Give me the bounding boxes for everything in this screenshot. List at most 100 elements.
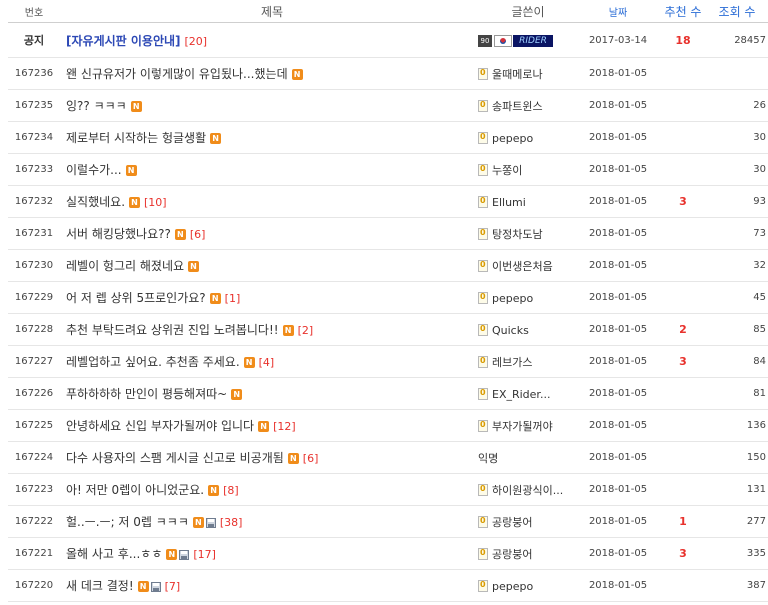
post-title-link[interactable]: 푸하하하하 만인이 평등해져따~: [66, 387, 227, 401]
post-title-link[interactable]: 레벨이 헝그리 해졌네요: [66, 259, 184, 273]
level-icon: [478, 163, 488, 176]
notice-title-link[interactable]: [자유게시판 이용안내]: [66, 34, 181, 48]
post-author[interactable]: 익명: [478, 441, 578, 474]
post-recommend: [658, 217, 708, 250]
notice-title-cell: [자유게시판 이용안내] [20]: [60, 22, 478, 58]
post-author[interactable]: Quicks: [478, 313, 578, 346]
post-title-cell: 올해 사고 후...ㅎㅎ N [17]: [60, 537, 478, 570]
post-row: 167230 레벨이 헝그리 해졌네요 N 이번생은처음 2018-01-05 32: [8, 249, 768, 282]
post-views: 81: [708, 377, 768, 410]
post-author[interactable]: 공랑붕어: [478, 537, 578, 570]
notice-views: 28457: [708, 22, 768, 58]
comment-count[interactable]: [38]: [220, 516, 243, 529]
post-views: 85: [708, 313, 768, 346]
post-title-link[interactable]: 실직했네요.: [66, 195, 125, 209]
level-icon: [478, 292, 488, 304]
post-views: 131: [708, 473, 768, 506]
level-icon: [478, 547, 488, 560]
level-icon: [478, 515, 488, 528]
new-post-icon: N: [166, 549, 178, 560]
post-author[interactable]: 하이원광식이...: [478, 473, 578, 506]
comment-count[interactable]: [2]: [298, 324, 314, 337]
post-date: 2018-01-05: [578, 313, 658, 346]
post-date: 2018-01-05: [578, 249, 658, 282]
post-recommend: [658, 121, 708, 154]
post-author[interactable]: pepepo: [478, 281, 578, 314]
post-date: 2018-01-05: [578, 57, 658, 90]
post-title-link[interactable]: 레벨업하고 싶어요. 추천좀 주세요.: [66, 355, 240, 369]
post-views: 93: [708, 185, 768, 218]
comment-count[interactable]: [17]: [193, 548, 216, 561]
post-date: 2018-01-05: [578, 377, 658, 410]
post-title-link[interactable]: 이럴수가...: [66, 163, 122, 177]
level-icon: [478, 132, 488, 144]
notice-label: 공지: [8, 22, 60, 58]
post-author[interactable]: 공랑붕어: [478, 505, 578, 538]
post-date: 2018-01-05: [578, 153, 658, 186]
post-views: 30: [708, 121, 768, 154]
level-icon: [478, 99, 488, 112]
post-author[interactable]: 레브가스: [478, 345, 578, 378]
post-author[interactable]: 이번생은처음: [478, 249, 578, 282]
post-date: 2018-01-05: [578, 281, 658, 314]
post-title-link[interactable]: 헐..ㅡ.ㅡ; 저 0렙 ㅋㅋㅋ: [66, 515, 189, 529]
post-author[interactable]: Ellumi: [478, 185, 578, 218]
post-row: 167232 실직했네요. N[10] Ellumi 2018-01-05393: [8, 185, 768, 218]
post-author[interactable]: 송파트윈스: [478, 89, 578, 122]
author-name: 탕정차도남: [492, 227, 543, 241]
comment-count[interactable]: [1]: [225, 292, 241, 305]
post-date: 2018-01-05: [578, 505, 658, 538]
post-title-link[interactable]: 왠 신규유저가 이렇게많이 유입됬나...했는데: [66, 67, 288, 81]
post-num: 167234: [8, 121, 60, 154]
post-author[interactable]: EX_Rider...: [478, 377, 578, 410]
header-recommend-sort[interactable]: 추천 수: [658, 0, 708, 23]
post-title-link[interactable]: 추천 부탁드려요 상위권 진입 노려봅니다!!: [66, 323, 279, 337]
comment-count[interactable]: [12]: [273, 420, 296, 433]
author-name: Quicks: [492, 323, 529, 337]
notice-author[interactable]: 90 RIDER: [478, 22, 578, 58]
notice-recommend: 18: [658, 22, 708, 58]
comment-count[interactable]: [10]: [144, 196, 167, 209]
post-recommend: 3: [658, 537, 708, 570]
comment-count[interactable]: [6]: [190, 228, 206, 241]
post-recommend: [658, 473, 708, 506]
post-author[interactable]: 탕정차도남: [478, 217, 578, 250]
post-title-link[interactable]: 올해 사고 후...ㅎㅎ: [66, 547, 162, 561]
comment-count[interactable]: [8]: [223, 484, 239, 497]
post-row: 167222 헐..ㅡ.ㅡ; 저 0렙 ㅋㅋㅋN [38] 공랑붕어 2018-01-0…: [8, 505, 768, 538]
post-num: 167221: [8, 537, 60, 570]
comment-count[interactable]: [6]: [303, 452, 319, 465]
post-author[interactable]: 부자가될꺼야: [478, 409, 578, 442]
post-title-link[interactable]: 제로부터 시작하는 헝글생활: [66, 131, 206, 145]
post-author[interactable]: pepepo: [478, 569, 578, 602]
post-views: 26: [708, 89, 768, 122]
post-title-link[interactable]: 어 저 렙 상위 5프로인가요?: [66, 291, 206, 305]
level-badge-icon: 90: [478, 34, 492, 47]
header-date-sort[interactable]: 날짜: [578, 0, 658, 23]
post-views: 150: [708, 441, 768, 474]
post-num: 167223: [8, 473, 60, 506]
author-name: pepepo: [492, 579, 534, 593]
post-author[interactable]: 누쫑이: [478, 153, 578, 186]
post-views: 73: [708, 217, 768, 250]
notice-comment-count[interactable]: [20]: [185, 35, 208, 48]
post-num: 167231: [8, 217, 60, 250]
post-title-link[interactable]: 새 데크 결정!: [66, 579, 134, 593]
comment-count[interactable]: [7]: [165, 580, 181, 593]
header-title: 제목: [60, 0, 478, 23]
post-author[interactable]: 울때메로나: [478, 57, 578, 90]
comment-count[interactable]: [4]: [259, 356, 275, 369]
post-title-link[interactable]: 서버 해킹당했나요??: [66, 227, 171, 241]
level-icon: [478, 67, 488, 80]
post-title-link[interactable]: 안녕하세요 신입 부자가될꺼야 입니다: [66, 419, 254, 433]
post-title-cell: 이럴수가... N: [60, 153, 478, 186]
post-title-link[interactable]: 아! 저만 0렙이 아니었군요.: [66, 483, 204, 497]
header-views-sort[interactable]: 조회 수: [708, 0, 768, 23]
post-title-link[interactable]: 잉?? ㅋㅋㅋ: [66, 99, 127, 113]
post-title-link[interactable]: 다수 사용자의 스팸 게시글 신고로 비공개됨: [66, 451, 284, 465]
post-num: 167236: [8, 57, 60, 90]
post-date: 2018-01-05: [578, 569, 658, 602]
post-author[interactable]: pepepo: [478, 121, 578, 154]
post-row: 167223 아! 저만 0렙이 아니었군요. N[8] 하이원광식이... 2018-…: [8, 473, 768, 506]
post-row: 167229 어 저 렙 상위 5프로인가요?N [1] pepepo 2018-01-…: [8, 281, 768, 314]
